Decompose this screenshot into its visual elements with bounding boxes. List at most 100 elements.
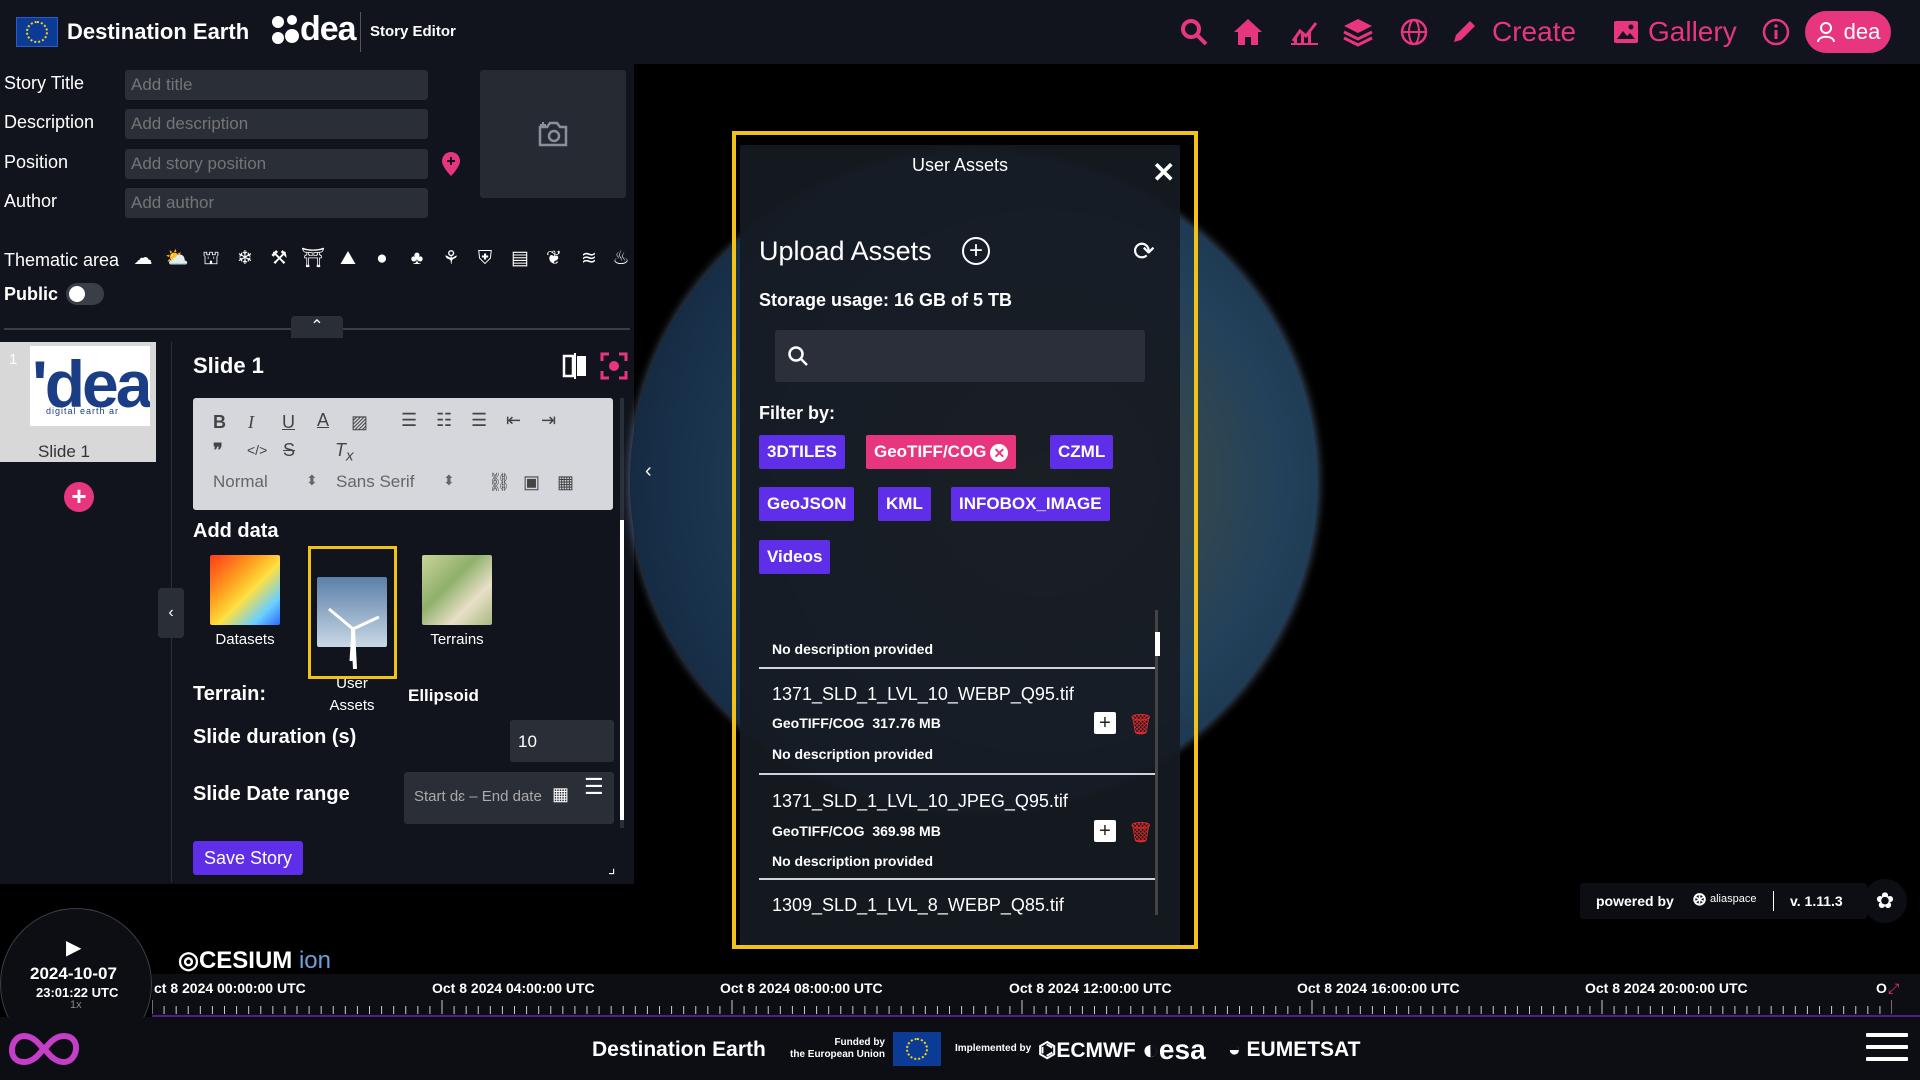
bullet-list-icon[interactable]: ☰ — [471, 410, 487, 431]
save-story-button[interactable]: Save Story — [193, 841, 303, 875]
image-icon[interactable]: ▣ — [523, 472, 540, 493]
filter-chip-czml[interactable]: CZML — [1050, 435, 1114, 469]
pencil-icon[interactable] — [1446, 14, 1482, 50]
fire-icon[interactable]: ♨ — [610, 246, 632, 272]
chart-icon[interactable] — [1286, 14, 1322, 50]
list-item[interactable]: No description provided — [759, 610, 1156, 670]
code-icon[interactable]: </> — [247, 442, 267, 458]
map-pin-icon[interactable] — [441, 151, 461, 177]
play-icon[interactable]: ▶ — [66, 935, 81, 960]
clear-format-icon[interactable]: Tx — [335, 440, 354, 465]
filter-chip-kml[interactable]: KML — [878, 487, 931, 521]
asset-list-scrollbar[interactable] — [1155, 632, 1160, 656]
satellite-icon[interactable]: ▤ — [507, 246, 533, 272]
filter-chip-3dtiles[interactable]: 3DTILES — [759, 435, 845, 469]
menu-lines-icon[interactable]: ☰ — [584, 774, 604, 800]
delete-icon[interactable]: 🗑 — [1128, 820, 1153, 844]
filter-chip-videos[interactable]: Videos — [759, 540, 831, 574]
info-icon[interactable] — [1758, 14, 1794, 50]
font-select[interactable]: Sans Serif — [336, 472, 414, 492]
list-item[interactable]: 1371_SLD_1_LVL_10_JPEG_Q95.tif GeoTIFF/C… — [759, 775, 1156, 880]
indent-decrease-icon[interactable]: ⇤ — [506, 410, 521, 431]
highlight-icon[interactable]: ▨ — [351, 412, 368, 433]
asset-search-input[interactable] — [775, 330, 1145, 382]
add-asset-icon[interactable]: + — [1094, 820, 1116, 842]
fullscreen-icon[interactable]: ⤢ — [1888, 980, 1899, 997]
collapse-slides-button[interactable]: ‹ — [158, 588, 184, 638]
user-menu-button[interactable]: dea — [1805, 11, 1891, 53]
format-select[interactable]: Normal — [213, 472, 268, 492]
hamburger-menu-icon[interactable] — [1866, 1033, 1908, 1065]
author-input[interactable] — [125, 188, 428, 218]
gallery-icon[interactable] — [1608, 14, 1644, 50]
search-icon[interactable] — [1176, 14, 1212, 50]
indent-increase-icon[interactable]: ⇥ — [541, 410, 556, 431]
collapse-form-button[interactable]: ⌃ — [291, 316, 343, 338]
snowflake-icon[interactable]: ❄ — [232, 246, 258, 272]
forest-icon[interactable]: ♣ — [404, 246, 430, 272]
gallery-link[interactable]: Gallery — [1648, 14, 1737, 50]
upload-add-icon[interactable]: + — [962, 237, 990, 265]
position-label: Position — [4, 152, 69, 172]
waves-icon[interactable]: ≋ — [576, 246, 602, 272]
list-item[interactable]: 1371_SLD_1_LVL_10_WEBP_Q95.tif GeoTIFF/C… — [759, 670, 1156, 775]
filter-chip-infobox-image[interactable]: INFOBOX_IMAGE — [951, 487, 1110, 521]
datasets-button[interactable]: Datasets — [210, 555, 280, 651]
link-icon[interactable]: ⛓ — [488, 472, 511, 493]
story-title-input[interactable] — [125, 70, 428, 100]
drop-icon[interactable]: ● — [369, 246, 395, 272]
strikethrough-icon[interactable]: S — [283, 440, 295, 461]
tower-icon[interactable]: ⛫ — [198, 246, 224, 272]
layers-icon[interactable] — [1340, 14, 1376, 50]
add-asset-icon[interactable]: + — [1094, 712, 1116, 734]
plant-icon[interactable]: ⚘ — [438, 246, 464, 272]
terrain-value[interactable]: Ellipsoid — [408, 686, 479, 706]
globe-icon[interactable] — [1396, 14, 1432, 50]
dea-logo-icon[interactable]: ✿ — [1863, 879, 1907, 923]
description-input[interactable] — [125, 109, 428, 139]
filter-chip-geotiff[interactable]: GeoTIFF/COG ✕ — [866, 435, 1017, 469]
terrains-button[interactable]: Terrains — [422, 555, 492, 651]
position-input[interactable] — [125, 149, 428, 179]
home-icon[interactable] — [1230, 14, 1266, 50]
timeline-ticks — [152, 1000, 1892, 1014]
chevron-left-icon[interactable]: ‹ — [645, 460, 652, 483]
dea-logo-text: dea — [300, 10, 357, 48]
delete-icon[interactable]: 🗑 — [1128, 712, 1153, 736]
editor-scrollbar[interactable] — [620, 520, 624, 820]
powered-by-label: powered by — [1596, 893, 1674, 909]
slide-text-editor[interactable]: B I U A ▨ ☰ ☷ ☰ ⇤ ⇥ ❞ </> S Tx Normal ⬍ … — [193, 398, 613, 510]
close-icon[interactable]: ✕ — [1152, 156, 1175, 189]
create-link[interactable]: Create — [1492, 14, 1576, 50]
cloud-rain-icon[interactable]: ☁ — [130, 246, 156, 272]
cesium-name: CESIUM — [198, 947, 293, 974]
leaf-icon[interactable]: ❦ — [541, 246, 567, 272]
underline-icon[interactable]: U — [282, 412, 295, 433]
align-icon[interactable]: ☰ — [401, 410, 417, 431]
ordered-list-icon[interactable]: ☷ — [436, 410, 452, 431]
italic-icon[interactable]: I — [248, 412, 254, 433]
building-icon[interactable]: ⛩ — [300, 246, 326, 272]
resize-handle-icon[interactable]: ⌟ — [608, 858, 616, 878]
capture-view-icon[interactable] — [600, 352, 628, 380]
story-cover-upload[interactable] — [480, 70, 626, 198]
slide-date-range-input[interactable]: Start dɛ – End date ▦ ☰ — [404, 772, 614, 824]
video-icon[interactable]: ▦ — [557, 472, 574, 493]
header-divider — [360, 12, 361, 52]
slide-duration-input[interactable]: 10 — [510, 720, 614, 762]
quote-icon[interactable]: ❞ — [213, 440, 223, 461]
compare-icon[interactable] — [561, 352, 589, 380]
filter-chip-geojson[interactable]: GeoJSON — [759, 487, 855, 521]
remove-filter-icon[interactable]: ✕ — [990, 443, 1009, 462]
shield-icon[interactable]: ⛨ — [472, 246, 498, 272]
refresh-icon[interactable]: ⟳ — [1133, 236, 1155, 267]
factory-icon[interactable]: ⚒ — [266, 246, 292, 272]
mountain-icon[interactable]: ⛰ — [335, 246, 361, 272]
add-slide-button[interactable]: + — [64, 482, 94, 512]
text-color-icon[interactable]: A — [317, 410, 329, 431]
list-item[interactable]: 1309_SLD_1_LVL_8_WEBP_Q85.tif — [759, 880, 1156, 915]
bold-icon[interactable]: B — [213, 412, 226, 433]
public-toggle[interactable] — [66, 283, 104, 305]
sun-cloud-icon[interactable]: ⛅ — [164, 246, 190, 272]
calendar-icon[interactable]: ▦ — [552, 784, 569, 805]
